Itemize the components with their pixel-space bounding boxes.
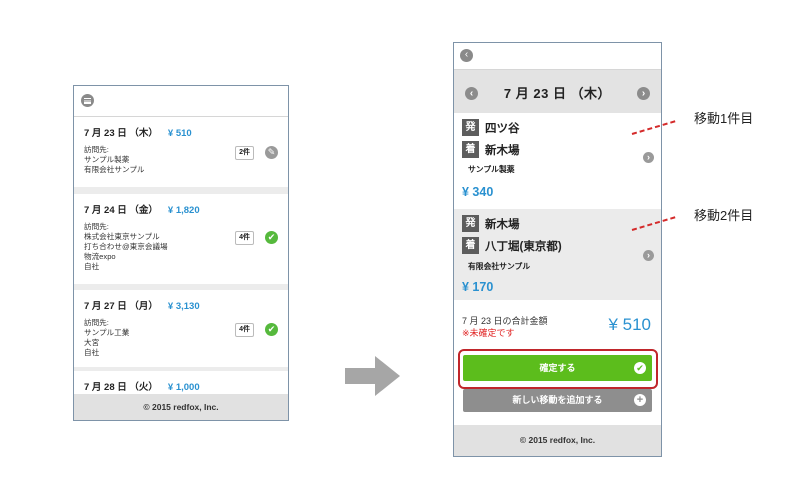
day-amount: ¥ 510 — [167, 128, 192, 139]
phone-screen-day-list: 7 月 23 日 （木） ¥ 510 訪問先: サンプル製薬 有限会社サンプル 2… — [73, 85, 289, 421]
add-trip-button-label: 新しい移動を追加する — [512, 395, 603, 405]
arrival-row: 着八丁堀(東京都) — [462, 237, 562, 255]
day-heading: 7 月 27 日 （月） ¥ 3,130 — [84, 298, 288, 312]
confirm-button[interactable]: 確定する ✔ — [463, 355, 652, 381]
count-badge: 4件 — [235, 323, 254, 337]
unconfirmed-note: ※未確定です — [462, 328, 515, 338]
day-card-0728[interactable]: 7 月 28 日 （火） ¥ 1,000 — [74, 371, 288, 395]
day-heading: 7 月 23 日 （木） ¥ 510 — [84, 125, 288, 139]
arrival-tag: 着 — [462, 141, 479, 159]
day-date: 7 月 24 日 （金） — [84, 205, 158, 216]
plus-icon: + — [634, 394, 646, 406]
detail-line: 物流expo — [84, 252, 116, 261]
detail-line: サンプル工業 — [84, 328, 130, 337]
total-amount: ¥ 510 — [608, 315, 651, 334]
top-bar — [74, 86, 288, 117]
day-card-0727[interactable]: 7 月 27 日 （月） ¥ 3,130 訪問先: サンプル工業 大宮 自社 4件… — [74, 290, 288, 367]
day-date: 7 月 28 日 （火） — [84, 382, 158, 393]
next-day-icon[interactable]: › — [637, 87, 650, 100]
trip-amount: ¥ 340 — [462, 185, 494, 199]
detail-line: 大宮 — [84, 338, 100, 347]
day-date: 7 月 23 日 （木） — [84, 128, 158, 139]
check-icon[interactable]: ✔ — [265, 323, 278, 336]
annotation-pointer-1 — [631, 120, 677, 135]
annotation-pointer-2 — [631, 216, 677, 231]
top-bar: ‹ — [454, 43, 661, 70]
annotation-trip-2: 移動2件目 — [694, 208, 754, 223]
confirm-button-label: 確定する — [539, 363, 576, 373]
detail-line: 有限会社サンプル — [84, 165, 145, 174]
day-heading: 7 月 24 日 （金） ¥ 1,820 — [84, 202, 288, 216]
count-badge: 4件 — [235, 231, 254, 245]
transition-arrow-icon — [345, 356, 400, 396]
detail-line: 自社 — [84, 348, 100, 357]
day-list: 7 月 23 日 （木） ¥ 510 訪問先: サンプル製薬 有限会社サンプル 2… — [74, 117, 288, 395]
check-icon[interactable]: ✔ — [265, 231, 278, 244]
date-title: 7 月 23 日 （木） — [503, 86, 612, 101]
detail-line: 訪問先: — [84, 145, 109, 154]
day-detail: 訪問先: 株式会社東京サンプル 打ち合わせ@東京会議場 物流expo 自社 — [84, 222, 288, 272]
detail-line: 訪問先: — [84, 222, 109, 231]
departure-tag: 発 — [462, 215, 479, 233]
departure-row: 発四ツ谷 — [462, 119, 520, 137]
day-date: 7 月 27 日 （月） — [84, 301, 158, 312]
copyright-footer: © 2015 redfox, Inc. — [74, 394, 288, 420]
date-navigation-bar: ‹ 7 月 23 日 （木） › — [454, 70, 661, 113]
annotation-trip-1: 移動1件目 — [694, 111, 754, 126]
day-card-0724[interactable]: 7 月 24 日 （金） ¥ 1,820 訪問先: 株式会社東京サンプル 打ち合わ… — [74, 194, 288, 284]
day-amount: ¥ 1,820 — [167, 205, 200, 216]
chevron-right-icon[interactable]: › — [643, 250, 654, 261]
detail-line: 打ち合わせ@東京会議場 — [84, 242, 168, 251]
arrival-place: 新木場 — [485, 144, 520, 157]
detail-line: サンプル製薬 — [84, 155, 130, 164]
departure-place: 新木場 — [485, 218, 520, 231]
arrival-tag: 着 — [462, 237, 479, 255]
menu-icon[interactable] — [81, 94, 94, 107]
count-badge: 2件 — [235, 146, 254, 160]
detail-line: 株式会社東京サンプル — [84, 232, 160, 241]
copyright-footer: © 2015 redfox, Inc. — [454, 425, 661, 456]
day-amount: ¥ 3,130 — [167, 301, 200, 312]
departure-place: 四ツ谷 — [485, 122, 520, 135]
back-arrow-icon[interactable]: ‹ — [460, 49, 473, 62]
arrival-place: 八丁堀(東京都) — [485, 240, 562, 253]
arrival-row: 着新木場 — [462, 141, 520, 159]
departure-tag: 発 — [462, 119, 479, 137]
day-card-0723[interactable]: 7 月 23 日 （木） ¥ 510 訪問先: サンプル製薬 有限会社サンプル 2… — [74, 117, 288, 187]
add-trip-button[interactable]: 新しい移動を追加する + — [463, 389, 652, 412]
pencil-icon[interactable]: ✎ — [265, 146, 278, 159]
day-heading: 7 月 28 日 （火） ¥ 1,000 — [84, 379, 288, 393]
trip-company: 有限会社サンプル — [468, 262, 531, 271]
trip-amount: ¥ 170 — [462, 280, 494, 294]
detail-line: 自社 — [84, 262, 100, 271]
departure-row: 発新木場 — [462, 215, 520, 233]
check-icon: ✔ — [634, 362, 646, 374]
trip-company: サンプル製薬 — [468, 165, 515, 174]
day-detail: 訪問先: サンプル製薬 有限会社サンプル — [84, 145, 288, 175]
detail-line: 訪問先: — [84, 318, 109, 327]
day-detail: 訪問先: サンプル工業 大宮 自社 — [84, 318, 288, 358]
phone-screen-day-detail: ‹ ‹ 7 月 23 日 （木） › 発四ツ谷 着新木場 サンプル製薬 ¥ 34… — [453, 42, 662, 457]
day-amount: ¥ 1,000 — [167, 382, 200, 393]
chevron-right-icon[interactable]: › — [643, 152, 654, 163]
